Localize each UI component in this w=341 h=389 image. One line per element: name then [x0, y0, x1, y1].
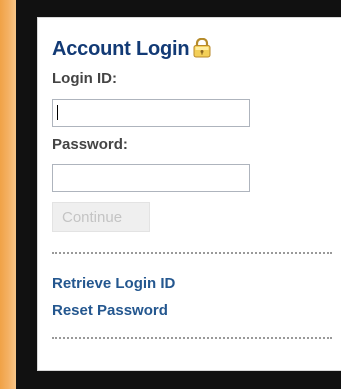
password-label: Password: [52, 136, 128, 153]
divider-top [52, 252, 332, 254]
text-cursor [57, 105, 58, 120]
continue-button[interactable]: Continue [52, 202, 150, 232]
retrieve-login-id-link[interactable]: Retrieve Login ID [52, 275, 175, 293]
login-id-input[interactable] [52, 99, 250, 127]
reset-password-link[interactable]: Reset Password [52, 302, 168, 320]
lock-icon [191, 37, 213, 58]
page-title: Account Login [52, 38, 190, 60]
password-input[interactable] [52, 164, 250, 192]
account-login-panel: Account Login Login ID: Password: Contin… [37, 17, 341, 371]
divider-bottom [52, 337, 332, 339]
login-id-label: Login ID: [52, 70, 117, 87]
panel-header: Account Login [52, 37, 213, 61]
outer-frame: Account Login Login ID: Password: Contin… [16, 0, 341, 389]
